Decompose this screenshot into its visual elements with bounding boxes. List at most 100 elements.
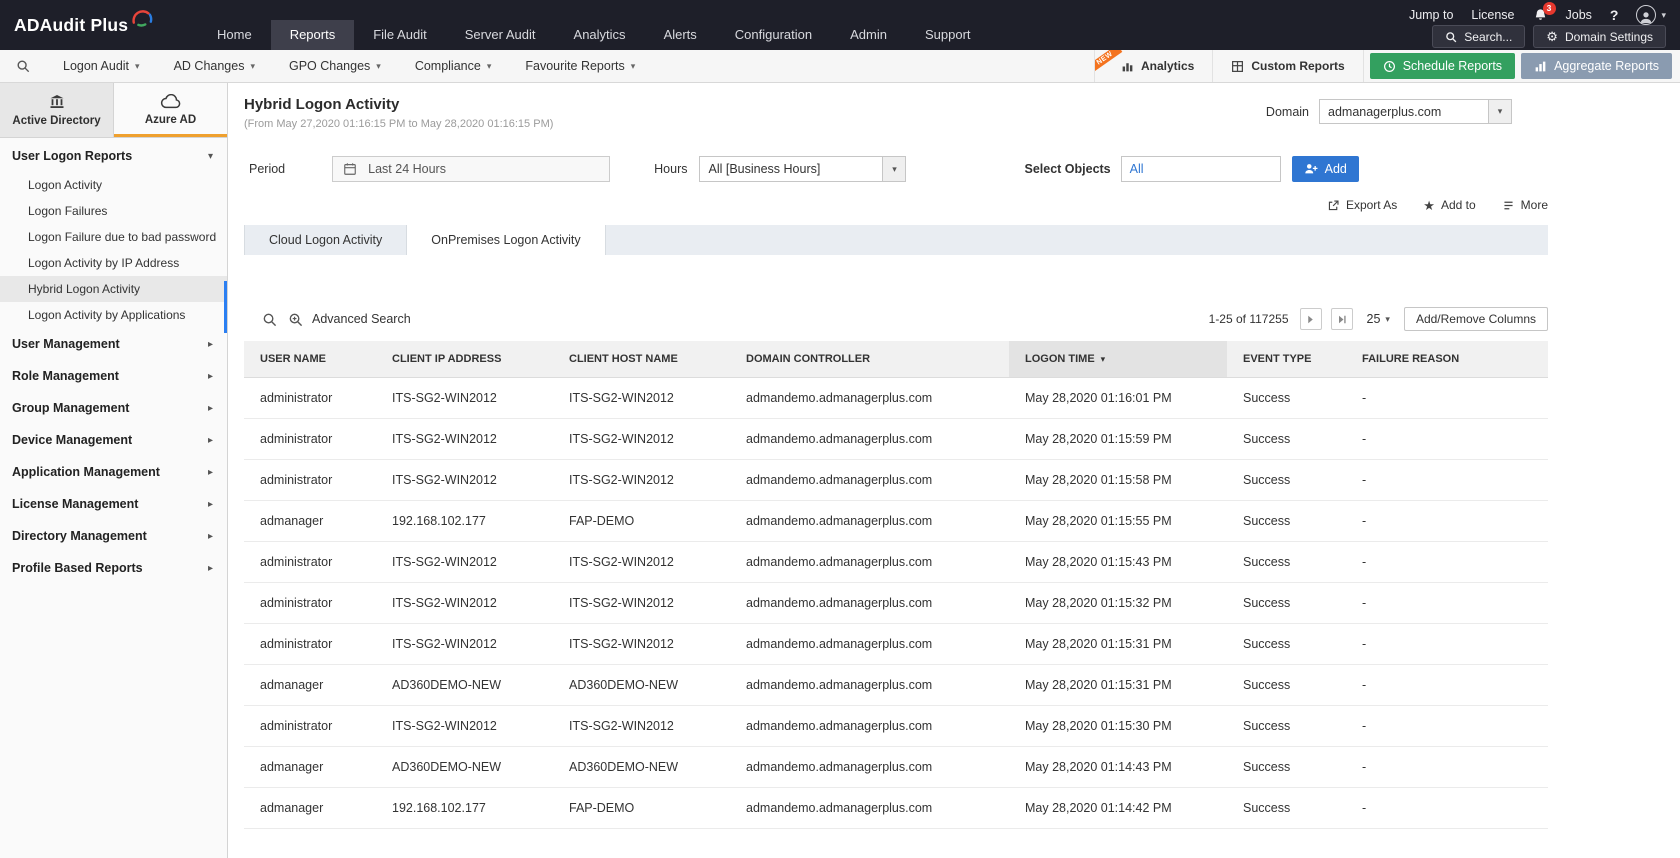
nav-item-admin[interactable]: Admin <box>831 20 906 50</box>
select-objects-input[interactable]: All <box>1121 156 1281 182</box>
jobs-link[interactable]: Jobs <box>1566 8 1592 22</box>
period-input[interactable]: Last 24 Hours <box>332 156 610 182</box>
hours-select-value: All [Business Hours] <box>700 162 882 176</box>
advanced-search-icon[interactable] <box>288 312 303 327</box>
sidebar-section-user-management[interactable]: User Management▸ <box>0 328 227 360</box>
menu-ad-changes[interactable]: AD Changes▾ <box>157 50 272 82</box>
more-button[interactable]: More <box>1502 198 1548 212</box>
column-header-failure-reason[interactable]: FAILURE REASON <box>1346 341 1548 378</box>
page-size-select[interactable]: 25 ▾ <box>1367 312 1390 326</box>
column-header-event-type[interactable]: EVENT TYPE <box>1227 341 1346 378</box>
report-search-button[interactable] <box>0 50 46 82</box>
nav-item-analytics[interactable]: Analytics <box>555 20 645 50</box>
table-row[interactable]: administratorITS-SG2-WIN2012ITS-SG2-WIN2… <box>244 583 1548 624</box>
sidebar-scrollbar[interactable] <box>224 281 227 333</box>
menu-logon-audit[interactable]: Logon Audit▾ <box>46 50 157 82</box>
last-page-button[interactable] <box>1331 308 1353 330</box>
sidebar-section-group-management[interactable]: Group Management▸ <box>0 392 227 424</box>
sidebar-section-license-management[interactable]: License Management▸ <box>0 488 227 520</box>
app-logo[interactable]: ADAudit Plus <box>0 0 198 50</box>
tab-azure-ad[interactable]: Azure AD <box>114 83 227 137</box>
menu-compliance[interactable]: Compliance▾ <box>398 50 509 82</box>
sidebar-section-device-management[interactable]: Device Management▸ <box>0 424 227 456</box>
table-row[interactable]: admanagerAD360DEMO-NEWAD360DEMO-NEWadman… <box>244 665 1548 706</box>
sidebar-section-role-management[interactable]: Role Management▸ <box>0 360 227 392</box>
analytics-button[interactable]: NEW Analytics <box>1094 50 1212 82</box>
sidebar-item-hybrid-logon-activity[interactable]: Hybrid Logon Activity <box>0 276 227 302</box>
advanced-search-label[interactable]: Advanced Search <box>312 312 411 326</box>
license-link[interactable]: License <box>1471 8 1514 22</box>
custom-reports-button[interactable]: Custom Reports <box>1212 50 1363 82</box>
search-button[interactable]: Search... <box>1432 25 1525 48</box>
sidebar-item-logon-activity-by-ip-address[interactable]: Logon Activity by IP Address <box>0 250 227 276</box>
menu-gpo-changes[interactable]: GPO Changes▾ <box>272 50 398 82</box>
nav-item-server-audit[interactable]: Server Audit <box>446 20 555 50</box>
sidebar-item-logon-failures[interactable]: Logon Failures <box>0 198 227 224</box>
column-header-user-name[interactable]: USER NAME <box>244 341 376 378</box>
table-cell: May 28,2020 01:14:43 PM <box>1009 747 1227 788</box>
column-header-client-host-name[interactable]: CLIENT HOST NAME <box>553 341 730 378</box>
table-search-icons <box>262 312 303 327</box>
nav-item-reports[interactable]: Reports <box>271 20 355 50</box>
nav-item-home[interactable]: Home <box>198 20 271 50</box>
table-row[interactable]: admanagerAD360DEMO-NEWAD360DEMO-NEWadman… <box>244 747 1548 788</box>
column-header-logon-time[interactable]: LOGON TIME▾ <box>1009 341 1227 378</box>
column-header-client-ip-address[interactable]: CLIENT IP ADDRESS <box>376 341 553 378</box>
search-icon[interactable] <box>262 312 277 327</box>
schedule-reports-button[interactable]: Schedule Reports <box>1370 53 1515 79</box>
tab-onpremises-logon-activity[interactable]: OnPremises Logon Activity <box>407 225 605 255</box>
column-header-domain-controller[interactable]: DOMAIN CONTROLLER <box>730 341 1009 378</box>
domain-settings-button[interactable]: ⚙ Domain Settings <box>1533 25 1666 48</box>
gear-icon: ⚙ <box>1546 30 1558 43</box>
search-icon <box>16 59 30 73</box>
table-cell: admandemo.admanagerplus.com <box>730 542 1009 583</box>
add-objects-button[interactable]: Add <box>1292 156 1359 182</box>
table-row[interactable]: administratorITS-SG2-WIN2012ITS-SG2-WIN2… <box>244 419 1548 460</box>
table-row[interactable]: administratorITS-SG2-WIN2012ITS-SG2-WIN2… <box>244 542 1548 583</box>
table-row[interactable]: administratorITS-SG2-WIN2012ITS-SG2-WIN2… <box>244 706 1548 747</box>
table-cell: - <box>1346 542 1548 583</box>
sidebar-item-logon-activity[interactable]: Logon Activity <box>0 172 227 198</box>
add-remove-columns-button[interactable]: Add/Remove Columns <box>1404 307 1548 331</box>
table-cell: May 28,2020 01:15:59 PM <box>1009 419 1227 460</box>
table-row[interactable]: administratorITS-SG2-WIN2012ITS-SG2-WIN2… <box>244 624 1548 665</box>
table-cell: AD360DEMO-NEW <box>553 665 730 706</box>
table-cell: Success <box>1227 583 1346 624</box>
hours-select[interactable]: All [Business Hours] ▾ <box>699 156 906 182</box>
sidebar-section-user-logon-reports[interactable]: User Logon Reports▾ <box>0 140 227 172</box>
table-row[interactable]: administratorITS-SG2-WIN2012ITS-SG2-WIN2… <box>244 460 1548 501</box>
domain-select[interactable]: admanagerplus.com ▾ <box>1319 99 1512 124</box>
notifications-button[interactable]: 3 <box>1533 8 1548 23</box>
help-button[interactable]: ? <box>1610 7 1619 23</box>
user-menu[interactable]: ▾ <box>1636 5 1666 25</box>
nav-item-support[interactable]: Support <box>906 20 990 50</box>
search-icon <box>1445 31 1457 43</box>
report-header: Hybrid Logon Activity (From May 27,2020 … <box>244 83 1548 130</box>
sidebar-section-application-management[interactable]: Application Management▸ <box>0 456 227 488</box>
nav-item-file-audit[interactable]: File Audit <box>354 20 445 50</box>
chevron-down-icon: ▾ <box>208 151 213 162</box>
add-to-button[interactable]: ★ Add to <box>1423 198 1475 212</box>
table-cell: May 28,2020 01:15:58 PM <box>1009 460 1227 501</box>
menu-favourite-reports[interactable]: Favourite Reports▾ <box>508 50 652 82</box>
sidebar-section-directory-management[interactable]: Directory Management▸ <box>0 520 227 552</box>
jump-to-link[interactable]: Jump to <box>1409 8 1453 22</box>
export-as-button[interactable]: Export As <box>1327 198 1397 212</box>
user-avatar-icon <box>1636 5 1656 25</box>
nav-item-alerts[interactable]: Alerts <box>645 20 716 50</box>
aggregate-reports-button[interactable]: Aggregate Reports <box>1521 53 1672 79</box>
sidebar-section-label: Group Management <box>12 401 129 415</box>
table-row[interactable]: admanager192.168.102.177FAP-DEMOadmandem… <box>244 501 1548 542</box>
next-page-button[interactable] <box>1300 308 1322 330</box>
sidebar-item-logon-activity-by-applications[interactable]: Logon Activity by Applications <box>0 302 227 328</box>
table-row[interactable]: admanager192.168.102.177FAP-DEMOadmandem… <box>244 788 1548 829</box>
tab-cloud-logon-activity[interactable]: Cloud Logon Activity <box>244 225 407 255</box>
nav-item-configuration[interactable]: Configuration <box>716 20 831 50</box>
tab-active-directory[interactable]: Active Directory <box>0 83 114 137</box>
column-header-label: USER NAME <box>260 353 326 365</box>
sidebar-section-profile-based-reports[interactable]: Profile Based Reports▸ <box>0 552 227 584</box>
sidebar-item-logon-failure-due-to-bad-password[interactable]: Logon Failure due to bad password <box>0 224 227 250</box>
table-cell: ITS-SG2-WIN2012 <box>553 460 730 501</box>
table-row[interactable]: administratorITS-SG2-WIN2012ITS-SG2-WIN2… <box>244 378 1548 419</box>
domain-settings-label: Domain Settings <box>1565 30 1653 44</box>
